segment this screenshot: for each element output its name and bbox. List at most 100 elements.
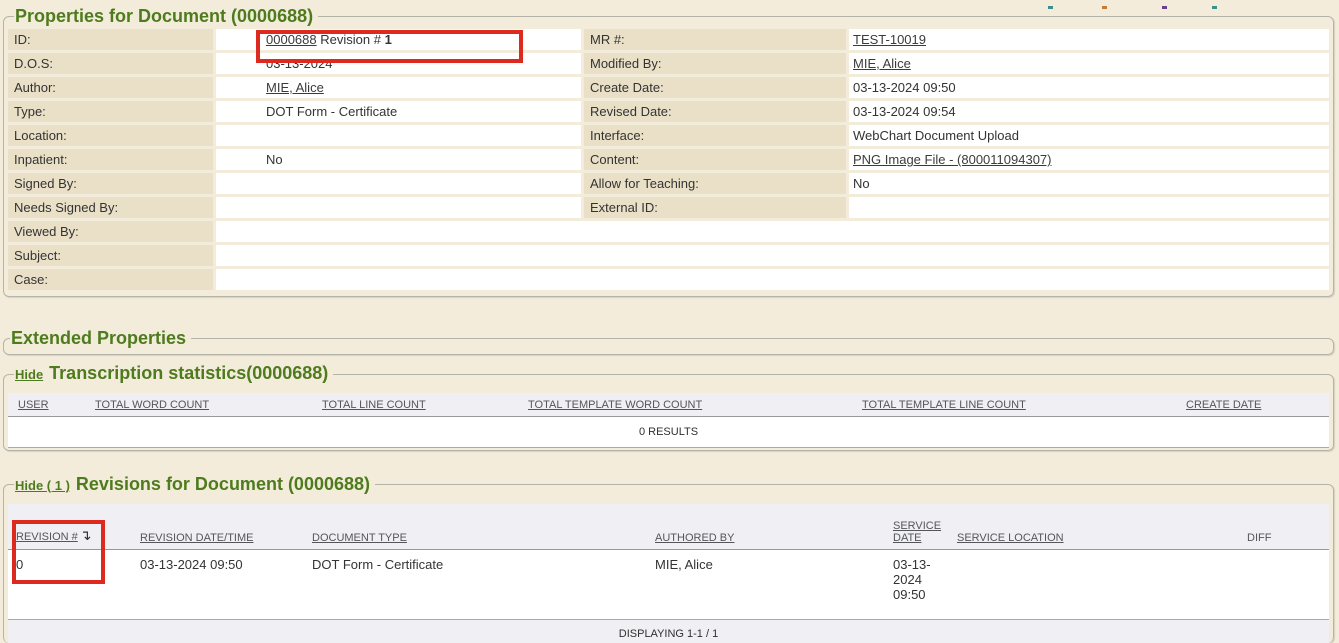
revisions-legend: Hide ( 1 )Revisions for Document (000068… [14, 474, 375, 496]
case-value [216, 269, 1329, 290]
inpatient-label: Inpatient: [8, 149, 213, 170]
location-value [216, 125, 581, 146]
transcription-statistics-title: Transcription statistics(0000688) [49, 363, 328, 383]
document-type-cell: DOT Form - Certificate [304, 550, 647, 620]
revised-date-value: 03-13-2024 09:54 [849, 101, 1329, 122]
content-file-link[interactable]: PNG Image File - (800011094307) [853, 152, 1051, 167]
displaying-count-text: DISPLAYING 1-1 / 1 [8, 620, 1329, 643]
extended-properties-section: Extended Properties [3, 328, 1334, 355]
results-row: 0 RESULTS [8, 416, 1329, 447]
properties-section-title: Properties for Document (0000688) [14, 6, 318, 27]
create-date-label: Create Date: [584, 77, 846, 98]
property-row-location: Location: Interface: WebChart Document U… [8, 125, 1329, 146]
cropped-link-artifact [1212, 6, 1217, 9]
subject-value [216, 245, 1329, 266]
dos-label: D.O.S: [8, 53, 213, 74]
modified-by-link[interactable]: MIE, Alice [853, 56, 911, 71]
results-count-text: 0 RESULTS [8, 416, 1329, 447]
extended-properties-title: Extended Properties [10, 328, 191, 349]
author-link[interactable]: MIE, Alice [266, 80, 324, 95]
pagination-row: DISPLAYING 1-1 / 1 [8, 620, 1329, 643]
column-header-diff: DIFF [1239, 504, 1329, 550]
revised-date-label: Revised Date: [584, 101, 846, 122]
property-row-signed-by: Signed By: Allow for Teaching: No [8, 173, 1329, 194]
signed-by-value [216, 173, 581, 194]
column-header-total-word-count: TOTAL WORD COUNT [85, 393, 312, 416]
revision-number-cell: 0 [8, 550, 132, 620]
column-header-revision-datetime: REVISION DATE/TIME [132, 504, 304, 550]
revisions-table: REVISION #↴ REVISION DATE/TIME DOCUMENT … [8, 504, 1329, 643]
column-header-create-date: CREATE DATE [1176, 393, 1329, 416]
service-date-cell: 03-13-2024 09:50 [885, 550, 949, 620]
service-location-cell [949, 550, 1239, 620]
cropped-link-artifact [1048, 6, 1053, 9]
modified-by-label: Modified By: [584, 53, 846, 74]
location-label: Location: [8, 125, 213, 146]
revisions-section: Hide ( 1 )Revisions for Document (000068… [3, 474, 1334, 643]
authored-by-sort-link[interactable]: AUTHORED BY [655, 532, 734, 544]
column-header-total-line-count: TOTAL LINE COUNT [312, 393, 518, 416]
create-date-value: 03-13-2024 09:50 [849, 77, 1329, 98]
total-template-word-count-sort-link[interactable]: TOTAL TEMPLATE WORD COUNT [528, 399, 702, 411]
transcription-statistics-section: Hide Transcription statistics(0000688) US… [3, 363, 1334, 451]
interface-label: Interface: [584, 125, 846, 146]
content-label: Content: [584, 149, 846, 170]
signed-by-label: Signed By: [8, 173, 213, 194]
property-row-id: ID: 0000688 Revision # 1 MR #: TEST-1001… [8, 29, 1329, 50]
subject-label: Subject: [8, 245, 213, 266]
transcription-hide-link[interactable]: Hide [15, 367, 43, 382]
interface-value: WebChart Document Upload [849, 125, 1329, 146]
allow-teaching-value: No [849, 173, 1329, 194]
total-line-count-sort-link[interactable]: TOTAL LINE COUNT [322, 399, 426, 411]
type-label: Type: [8, 101, 213, 122]
column-header-total-template-line-count: TOTAL TEMPLATE LINE COUNT [852, 393, 1176, 416]
mr-value: TEST-10019 [849, 29, 1329, 50]
needs-signed-by-value [216, 197, 581, 218]
sort-descending-icon[interactable]: ↴ [80, 527, 92, 544]
property-row-subject: Subject: [8, 245, 1329, 266]
diff-cell [1239, 550, 1329, 620]
service-date-sort-link[interactable]: SERVICE DATE [893, 520, 941, 544]
revision-row[interactable]: 0 03-13-2024 09:50 DOT Form - Certificat… [8, 550, 1329, 620]
dos-value: 03-13-2024 [216, 53, 581, 74]
column-header-document-type: DOCUMENT TYPE [304, 504, 647, 550]
property-row-case: Case: [8, 269, 1329, 290]
author-value: MIE, Alice [216, 77, 581, 98]
transcription-statistics-table: USER TOTAL WORD COUNT TOTAL LINE COUNT T… [8, 393, 1329, 448]
property-row-viewed-by: Viewed By: [8, 221, 1329, 242]
revisions-header-row: REVISION #↴ REVISION DATE/TIME DOCUMENT … [8, 504, 1329, 550]
create-date-sort-link[interactable]: CREATE DATE [1186, 399, 1261, 411]
property-row-needs-signed: Needs Signed By: External ID: [8, 197, 1329, 218]
transcription-statistics-legend: Hide Transcription statistics(0000688) [14, 363, 333, 385]
modified-by-value: MIE, Alice [849, 53, 1329, 74]
total-template-line-count-sort-link[interactable]: TOTAL TEMPLATE LINE COUNT [862, 399, 1026, 411]
total-word-count-sort-link[interactable]: TOTAL WORD COUNT [95, 399, 209, 411]
type-value: DOT Form - Certificate [216, 101, 581, 122]
user-sort-link[interactable]: USER [18, 399, 49, 411]
allow-teaching-label: Allow for Teaching: [584, 173, 846, 194]
revision-text: Revision # [320, 32, 381, 47]
column-header-authored-by: AUTHORED BY [647, 504, 885, 550]
service-location-sort-link[interactable]: SERVICE LOCATION [957, 532, 1064, 544]
transcription-header-row: USER TOTAL WORD COUNT TOTAL LINE COUNT T… [8, 393, 1329, 416]
properties-section: Properties for Document (0000688) ID: 00… [3, 6, 1334, 297]
author-label: Author: [8, 77, 213, 98]
viewed-by-value [216, 221, 1329, 242]
mr-number-link[interactable]: TEST-10019 [853, 32, 926, 47]
revisions-hide-link[interactable]: Hide ( 1 ) [15, 478, 70, 493]
id-label: ID: [8, 29, 213, 50]
column-header-total-template-word-count: TOTAL TEMPLATE WORD COUNT [518, 393, 852, 416]
revision-datetime-sort-link[interactable]: REVISION DATE/TIME [140, 532, 253, 544]
column-header-service-location: SERVICE LOCATION [949, 504, 1239, 550]
document-id-link[interactable]: 0000688 [266, 32, 317, 47]
column-header-service-date: SERVICE DATE [885, 504, 949, 550]
property-row-author: Author: MIE, Alice Create Date: 03-13-20… [8, 77, 1329, 98]
viewed-by-label: Viewed By: [8, 221, 213, 242]
property-row-type: Type: DOT Form - Certificate Revised Dat… [8, 101, 1329, 122]
needs-signed-by-label: Needs Signed By: [8, 197, 213, 218]
property-row-dos: D.O.S: 03-13-2024 Modified By: MIE, Alic… [8, 53, 1329, 74]
document-type-sort-link[interactable]: DOCUMENT TYPE [312, 532, 407, 544]
revision-number: 1 [385, 32, 392, 47]
revision-number-sort-link[interactable]: REVISION # [16, 531, 78, 543]
property-row-inpatient: Inpatient: No Content: PNG Image File - … [8, 149, 1329, 170]
